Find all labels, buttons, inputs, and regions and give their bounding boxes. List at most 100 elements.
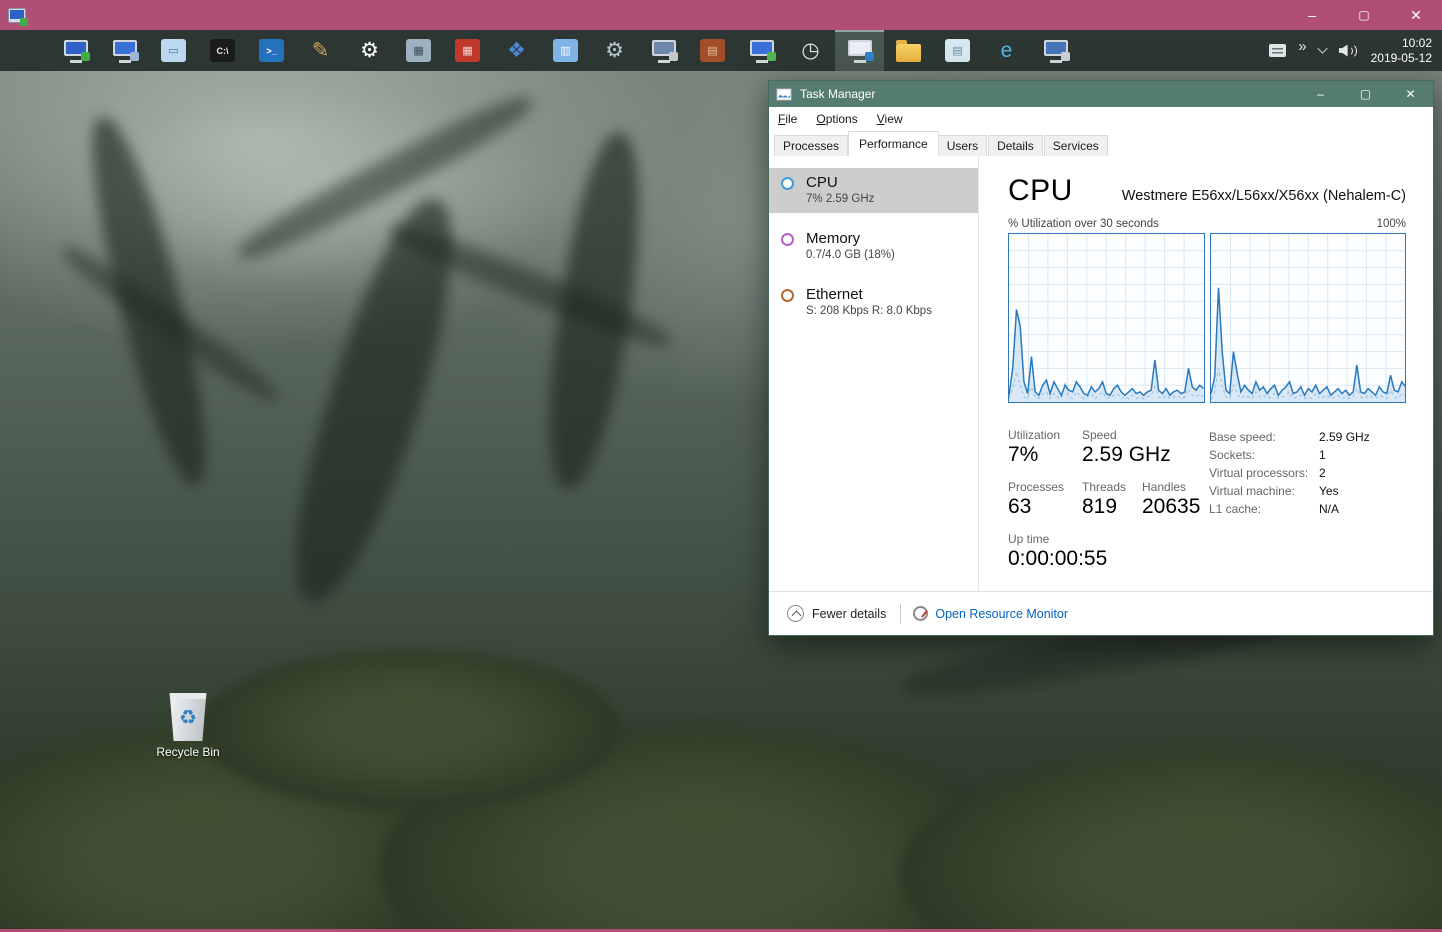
sidebar-item-cpu[interactable]: CPU 7% 2.59 GHz bbox=[769, 168, 978, 213]
processes-label: Processes bbox=[1008, 480, 1064, 494]
menu-options[interactable]: Options bbox=[816, 112, 857, 126]
rdp-session-icon bbox=[8, 8, 26, 23]
chevron-up-circle-icon[interactable] bbox=[787, 605, 804, 622]
virtual-machine-value: Yes bbox=[1319, 484, 1339, 498]
task-scheduler-icon[interactable]: ◷ bbox=[786, 30, 835, 71]
cpu-graph-core1[interactable] bbox=[1210, 233, 1407, 403]
threads-value: 819 bbox=[1082, 495, 1117, 519]
cpu-mini-graph-icon bbox=[781, 177, 794, 190]
l1-cache-value: N/A bbox=[1319, 502, 1339, 516]
menu-bar: File Options View bbox=[769, 107, 1433, 131]
virtual-machine-label: Virtual machine: bbox=[1209, 484, 1319, 498]
run-dialog-icon[interactable]: ▭ bbox=[149, 30, 198, 71]
uptime-value: 0:00:00:55 bbox=[1008, 547, 1107, 571]
cpu-panel: CPU Westmere E56xx/L56xx/X56xx (Nehalem-… bbox=[980, 156, 1433, 591]
powershell-icon[interactable]: >_ bbox=[247, 30, 296, 71]
rdp-minimize-button[interactable]: – bbox=[1286, 0, 1338, 30]
sidebar-item-subtitle: 7% 2.59 GHz bbox=[806, 193, 970, 205]
resource-monitor-icon bbox=[913, 606, 928, 621]
threads-label: Threads bbox=[1082, 480, 1126, 494]
tray-overflow-icon[interactable]: » bbox=[1298, 38, 1305, 55]
graph-caption: % Utilization over 30 seconds bbox=[1008, 218, 1159, 230]
task-manager-footer: Fewer details Open Resource Monitor bbox=[769, 591, 1433, 635]
sidebar-item-subtitle: 0.7/4.0 GB (18%) bbox=[806, 249, 970, 261]
services-icon[interactable]: ⚙ bbox=[590, 30, 639, 71]
footer-divider bbox=[900, 604, 901, 624]
minimize-button[interactable]: – bbox=[1298, 81, 1343, 107]
wallpaper-moss bbox=[900, 749, 1442, 932]
memory-mini-graph-icon bbox=[781, 233, 794, 246]
tray-list-icon[interactable] bbox=[1269, 44, 1286, 57]
file-explorer-icon[interactable] bbox=[884, 30, 933, 71]
cpu-graphs bbox=[1008, 233, 1406, 403]
notepad-icon[interactable]: ▤ bbox=[933, 30, 982, 71]
recycle-bin[interactable]: ♻ Recycle Bin bbox=[150, 693, 226, 759]
volume-icon[interactable] bbox=[1339, 43, 1359, 59]
cpu-model-name: Westmere E56xx/L56xx/X56xx (Nehalem-C) bbox=[1122, 188, 1406, 204]
tab-users[interactable]: Users bbox=[938, 135, 987, 156]
utilization-label: Utilization bbox=[1008, 428, 1060, 442]
taskbar-icons: ▭C:\>_✎⚙▦▦❖▥⚙▤◷▤e bbox=[0, 30, 1080, 71]
ethernet-mini-graph-icon bbox=[781, 289, 794, 302]
cpu-graph-core0[interactable] bbox=[1008, 233, 1205, 403]
firewall-icon[interactable]: ▤ bbox=[688, 30, 737, 71]
task-manager-icon[interactable] bbox=[835, 30, 884, 71]
virtual-processors-value: 2 bbox=[1319, 466, 1326, 480]
task-manager-window: Task Manager – ▢ ✕ File Options View Pro… bbox=[768, 80, 1434, 636]
cpu-heading: CPU bbox=[1008, 174, 1073, 208]
rdp-titlebar[interactable]: – ▢ ✕ bbox=[0, 0, 1442, 30]
open-resource-monitor-link[interactable]: Open Resource Monitor bbox=[935, 607, 1068, 621]
processes-value: 63 bbox=[1008, 495, 1031, 519]
handles-value: 20635 bbox=[1142, 495, 1200, 519]
cpu-details: Base speed:2.59 GHz Sockets:1 Virtual pr… bbox=[1209, 430, 1370, 520]
command-prompt-icon[interactable]: C:\ bbox=[198, 30, 247, 71]
start-icon[interactable] bbox=[2, 30, 51, 71]
speed-value: 2.59 GHz bbox=[1082, 443, 1171, 467]
menu-file[interactable]: File bbox=[778, 112, 797, 126]
speed-label: Speed bbox=[1082, 428, 1117, 442]
menu-view[interactable]: View bbox=[877, 112, 903, 126]
control-panel-icon[interactable]: ▥ bbox=[541, 30, 590, 71]
support-tools-icon[interactable] bbox=[1031, 30, 1080, 71]
maximize-button[interactable]: ▢ bbox=[1343, 81, 1388, 107]
network-places-icon[interactable] bbox=[737, 30, 786, 71]
cpu-stats: Utilization 7% Speed 2.59 GHz Processes … bbox=[1008, 428, 1406, 588]
sockets-label: Sockets: bbox=[1209, 448, 1319, 462]
recycle-bin-icon: ♻ bbox=[168, 693, 208, 741]
settings-icon[interactable]: ⚙ bbox=[345, 30, 394, 71]
remote-computer-icon[interactable] bbox=[100, 30, 149, 71]
graph-max-label: 100% bbox=[1377, 218, 1406, 230]
close-button[interactable]: ✕ bbox=[1388, 81, 1433, 107]
remote-desktop-icon[interactable] bbox=[51, 30, 100, 71]
computer-management-icon[interactable]: ▦ bbox=[394, 30, 443, 71]
tab-details[interactable]: Details bbox=[988, 135, 1043, 156]
sidebar-item-title: Memory bbox=[806, 230, 970, 247]
rdp-close-button[interactable]: ✕ bbox=[1390, 0, 1442, 30]
tab-processes[interactable]: Processes bbox=[774, 135, 848, 156]
sidebar-item-ethernet[interactable]: Ethernet S: 208 Kbps R: 8.0 Kbps bbox=[769, 280, 978, 325]
tab-services[interactable]: Services bbox=[1044, 135, 1108, 156]
sidebar-item-subtitle: S: 208 Kbps R: 8.0 Kbps bbox=[806, 305, 970, 317]
administrative-tools-icon[interactable]: ▦ bbox=[443, 30, 492, 71]
uptime-label: Up time bbox=[1008, 532, 1049, 546]
deployment-tool-icon[interactable]: ✎ bbox=[296, 30, 345, 71]
remote-session-window: – ▢ ✕ ▭C:\>_✎⚙▦▦❖▥⚙▤◷▤e » 10:02 2019-05-… bbox=[0, 0, 1442, 932]
clock-time: 10:02 bbox=[1371, 36, 1432, 51]
clock-date: 2019-05-12 bbox=[1371, 51, 1432, 66]
sidebar-item-title: CPU bbox=[806, 174, 970, 191]
internet-explorer-icon[interactable]: e bbox=[982, 30, 1031, 71]
rdp-maximize-button[interactable]: ▢ bbox=[1338, 0, 1390, 30]
registry-editor-icon[interactable]: ❖ bbox=[492, 30, 541, 71]
fewer-details-button[interactable]: Fewer details bbox=[812, 607, 886, 621]
taskbar-clock[interactable]: 10:02 2019-05-12 bbox=[1371, 36, 1432, 66]
task-manager-app-icon bbox=[776, 88, 792, 101]
base-speed-label: Base speed: bbox=[1209, 430, 1319, 444]
base-speed-value: 2.59 GHz bbox=[1319, 430, 1370, 444]
hidden-icons-chevron[interactable] bbox=[1317, 43, 1327, 53]
sidebar-item-memory[interactable]: Memory 0.7/4.0 GB (18%) bbox=[769, 224, 978, 269]
task-manager-titlebar[interactable]: Task Manager – ▢ ✕ bbox=[769, 81, 1433, 107]
tab-performance[interactable]: Performance bbox=[848, 131, 939, 156]
device-manager-icon[interactable] bbox=[639, 30, 688, 71]
wallpaper-moss bbox=[200, 649, 620, 809]
recycle-bin-label: Recycle Bin bbox=[150, 745, 226, 759]
